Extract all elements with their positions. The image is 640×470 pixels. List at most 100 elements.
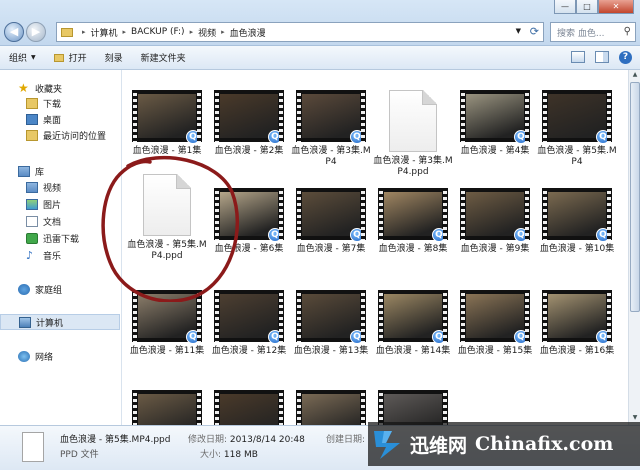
sidebar-item-label: 家庭组 xyxy=(35,285,63,296)
breadcrumb-current[interactable]: 血色浪漫 xyxy=(230,26,266,39)
file-label: 血色浪漫 - 第6集 xyxy=(214,244,284,254)
refresh-icon[interactable]: ⟳ xyxy=(530,25,539,38)
file-tile-video[interactable]: Q 血色浪漫 - 第16集 xyxy=(535,290,619,357)
network-icon xyxy=(18,350,30,362)
burn-button[interactable]: 刻录 xyxy=(96,46,132,70)
new-folder-button[interactable]: 新建文件夹 xyxy=(132,46,195,70)
sidebar-item-favorites[interactable]: ★ 收藏夹 xyxy=(18,80,62,96)
video-thumbnail: Q xyxy=(296,188,366,242)
player-badge-icon: Q xyxy=(596,330,610,344)
help-icon[interactable]: ? xyxy=(619,51,632,64)
details-created: 创建日期: xyxy=(326,432,365,445)
file-tile-video[interactable]: Q 血色浪漫 - 第14集 xyxy=(371,290,455,357)
file-tile-video[interactable]: Q 血色浪漫 - 第1集 xyxy=(125,90,209,157)
library-icon xyxy=(18,165,30,177)
video-thumbnail: Q xyxy=(296,290,366,344)
change-view-icon[interactable] xyxy=(571,51,585,63)
video-thumbnail: Q xyxy=(132,290,202,344)
breadcrumb-drive[interactable]: BACKUP (F:) xyxy=(131,27,185,37)
video-thumbnail: Q xyxy=(542,188,612,242)
file-tile-video[interactable]: Q 血色浪漫 - 第4集 xyxy=(453,90,537,157)
file-tile-video[interactable]: Q 血色浪漫 - 第7集 xyxy=(289,188,373,255)
sidebar-item-documents[interactable]: 文档 xyxy=(26,213,61,229)
file-tile-ppd[interactable]: 血色浪漫 - 第3集.MP4.ppd xyxy=(371,90,455,178)
video-thumbnail: Q xyxy=(296,390,366,425)
details-filename: 血色浪漫 - 第5集.MP4.ppd xyxy=(60,435,171,445)
file-tile-video[interactable]: Q 血色浪漫 - 第10集 xyxy=(535,188,619,255)
sidebar-item-computer[interactable]: 计算机 xyxy=(0,314,120,330)
player-badge-icon: Q xyxy=(432,330,446,344)
watermark: 迅维网 Chinafix.com xyxy=(368,422,640,466)
scroll-up-icon[interactable]: ▲ xyxy=(630,71,640,81)
file-label: 血色浪漫 - 第4集 xyxy=(460,146,530,156)
file-tile-ppd[interactable]: 血色浪漫 - 第5集.MP4.ppd xyxy=(125,174,209,262)
sidebar-item-homegroup[interactable]: 家庭组 xyxy=(18,281,62,297)
video-thumbnail: Q xyxy=(214,90,284,144)
player-badge-icon: Q xyxy=(350,330,364,344)
player-badge-icon: Q xyxy=(186,330,200,344)
file-label: 血色浪漫 - 第2集 xyxy=(214,146,284,156)
file-tile-video[interactable]: Q xyxy=(125,390,209,425)
sidebar-item-label: 音乐 xyxy=(43,251,62,262)
sidebar-item-libraries[interactable]: 库 xyxy=(18,163,44,179)
player-badge-icon: Q xyxy=(514,330,528,344)
size-value: 118 MB xyxy=(223,450,258,460)
file-tile-video[interactable]: Q 血色浪漫 - 第2集 xyxy=(207,90,291,157)
open-label: 打开 xyxy=(68,54,87,64)
maximize-button[interactable]: □ xyxy=(576,0,598,14)
file-tile-video[interactable]: Q 血色浪漫 - 第11集 xyxy=(125,290,209,357)
file-tile-video[interactable]: Q 血色浪漫 - 第9集 xyxy=(453,188,537,255)
file-tile-video[interactable]: Q 血色浪漫 - 第3集.MP4 xyxy=(289,90,373,168)
video-thumbnail: Q xyxy=(214,188,284,242)
search-input[interactable]: 搜索 血色... ⚲ xyxy=(550,22,636,42)
breadcrumb-computer[interactable]: 计算机 xyxy=(91,26,118,39)
chevron-down-icon[interactable]: ▼ xyxy=(516,27,521,35)
video-library-icon xyxy=(26,181,38,193)
back-button[interactable]: ◀ xyxy=(4,22,24,42)
minimize-button[interactable]: — xyxy=(554,0,576,14)
file-type-icon xyxy=(22,432,44,462)
file-label: 血色浪漫 - 第3集.MP4 xyxy=(291,146,371,167)
sidebar-item-music[interactable]: ♪ 音乐 xyxy=(26,247,61,263)
preview-pane-icon[interactable] xyxy=(595,51,609,63)
file-tile-video[interactable]: Q 血色浪漫 - 第13集 xyxy=(289,290,373,357)
player-badge-icon: Q xyxy=(432,228,446,242)
sidebar-item-pictures[interactable]: 图片 xyxy=(26,196,61,212)
vertical-scrollbar[interactable]: ▲ ▼ xyxy=(628,70,640,425)
sidebar-item-recent[interactable]: 最近访问的位置 xyxy=(26,127,106,143)
modified-value: 2013/8/14 20:48 xyxy=(229,435,305,445)
sidebar-item-network[interactable]: 网络 xyxy=(18,348,53,364)
sidebar-item-desktop[interactable]: 桌面 xyxy=(26,111,61,127)
sidebar-item-label: 文档 xyxy=(43,217,62,228)
player-badge-icon: Q xyxy=(350,130,364,144)
xunlei-download-icon xyxy=(26,232,38,244)
file-tile-video[interactable]: Q 血色浪漫 - 第12集 xyxy=(207,290,291,357)
file-tile-video[interactable]: Q 血色浪漫 - 第8集 xyxy=(371,188,455,255)
forward-button[interactable]: ▶ xyxy=(26,22,46,42)
breadcrumb-videos[interactable]: 视频 xyxy=(198,26,216,39)
sidebar-item-label: 收藏夹 xyxy=(35,84,63,95)
watermark-en: Chinafix.com xyxy=(475,433,614,455)
file-tile-video[interactable]: Q 血色浪漫 - 第15集 xyxy=(453,290,537,357)
file-tile-video[interactable]: Q 血色浪漫 - 第6集 xyxy=(207,188,291,255)
organize-menu[interactable]: 组织 ▼ xyxy=(0,46,45,70)
video-thumbnail: Q xyxy=(378,390,448,425)
file-label: 血色浪漫 - 第8集 xyxy=(378,244,448,254)
file-tile-video[interactable]: Q xyxy=(289,390,373,425)
address-bar[interactable]: ▸ 计算机 ▸ BACKUP (F:) ▸ 视频 ▸ 血色浪漫 ▼ ⟳ xyxy=(56,22,544,42)
sidebar-item-downloads[interactable]: 下载 xyxy=(26,95,61,111)
sidebar-item-videos[interactable]: 视频 xyxy=(26,179,61,195)
video-thumbnail: Q xyxy=(132,390,202,425)
created-label: 创建日期: xyxy=(326,435,366,445)
player-badge-icon: Q xyxy=(350,228,364,242)
scrollbar-thumb[interactable] xyxy=(630,82,640,312)
file-tile-video[interactable]: Q xyxy=(371,390,455,425)
player-badge-icon: Q xyxy=(268,130,282,144)
file-tile-video[interactable]: Q xyxy=(207,390,291,425)
search-icon[interactable]: ⚲ xyxy=(624,26,631,37)
video-thumbnail: Q xyxy=(296,90,366,144)
sidebar-item-xunlei[interactable]: 迅雷下载 xyxy=(26,230,79,246)
open-button[interactable]: 打开 xyxy=(45,46,96,70)
close-button[interactable]: ✕ xyxy=(598,0,634,14)
file-tile-video[interactable]: Q 血色浪漫 - 第5集.MP4 xyxy=(535,90,619,168)
